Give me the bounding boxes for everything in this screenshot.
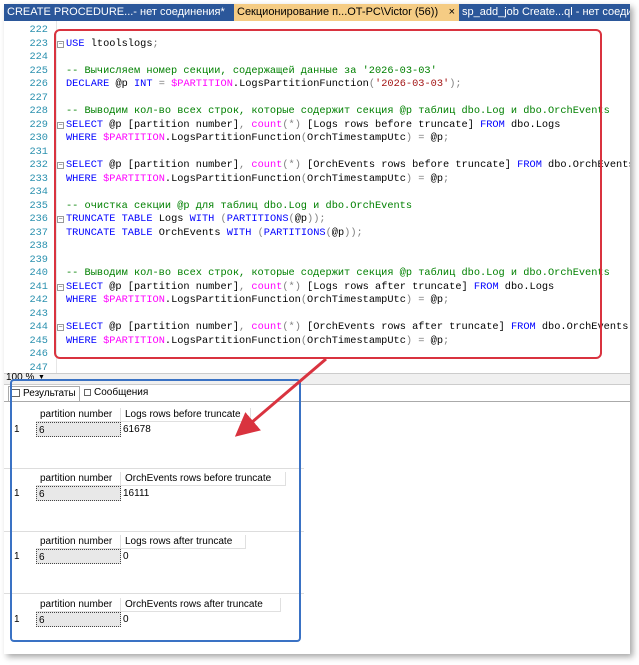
line-number: 245	[29, 334, 48, 347]
line-number: 227	[29, 91, 48, 104]
line-number: 232	[29, 159, 48, 171]
line-number: 222	[29, 24, 48, 36]
line-number: 246	[29, 348, 48, 360]
fold-toggle-icon[interactable]: −	[57, 162, 64, 169]
document-tab-bar: CREATE PROCEDURE...- нет соединения* Сек…	[4, 4, 630, 21]
line-number: 226	[29, 78, 48, 90]
line-number: 240	[29, 267, 48, 279]
fold-toggle-icon[interactable]: −	[57, 40, 64, 48]
line-number: 228	[29, 105, 48, 117]
line-number: 230	[29, 132, 48, 144]
line-number-gutter: 222 223 224 225 226 227 228 229 230 231 232 233 234 2…	[4, 21, 50, 374]
line-number: 235	[29, 199, 48, 212]
line-number: 243	[29, 307, 48, 320]
ssms-window: CREATE PROCEDURE...- нет соединения* Сек…	[4, 4, 630, 654]
fold-toggle-icon[interactable]: −	[57, 121, 64, 129]
line-number: 242	[29, 294, 48, 306]
tab-create-procedure[interactable]: CREATE PROCEDURE...- нет соединения*	[4, 4, 234, 21]
line-number: 238	[29, 240, 48, 252]
line-number: 239	[29, 253, 48, 266]
line-number: 233	[29, 172, 48, 185]
line-number: 229	[29, 118, 48, 131]
highlight-box-blue	[10, 379, 301, 642]
line-number: 244	[29, 321, 48, 333]
fold-toggle-icon[interactable]: −	[57, 324, 64, 331]
fold-toggle-icon[interactable]: −	[57, 283, 64, 291]
line-number: 231	[29, 145, 48, 158]
highlight-box-red	[54, 29, 602, 359]
fold-toggle-icon[interactable]: −	[57, 216, 64, 223]
line-number: 241	[29, 280, 48, 293]
tab-sp-add-job[interactable]: sp_add_job Create...ql - нет соединения	[459, 4, 630, 21]
line-number: 234	[29, 186, 48, 198]
line-number: 236	[29, 213, 48, 225]
line-number: 223	[29, 37, 48, 50]
line-number: 237	[29, 226, 48, 239]
close-icon[interactable]: ×	[449, 4, 455, 21]
line-number: 224	[29, 51, 48, 63]
line-number: 225	[29, 64, 48, 77]
tab-partitioning[interactable]: Секционирование п...OT-PC\Victor (56)) ×	[234, 4, 459, 21]
query-editor[interactable]: 222 223 224 225 226 227 228 229 230 231 232 233 234 2…	[4, 21, 630, 374]
